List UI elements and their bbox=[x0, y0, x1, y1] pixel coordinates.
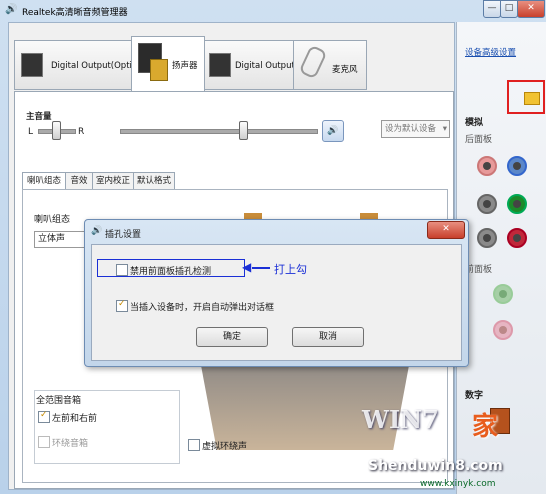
front-label: 左前和右前 bbox=[52, 414, 98, 424]
front-checkbox[interactable]: ✓ bbox=[38, 410, 50, 423]
front-panel-label: 前面板 bbox=[465, 265, 493, 275]
tab-label: 扬声器 bbox=[172, 61, 198, 71]
balance-right-label: R bbox=[78, 127, 85, 137]
optical-device-icon bbox=[21, 53, 43, 77]
close-button[interactable]: ✕ bbox=[517, 0, 545, 18]
set-default-device-label: 设为默认设备 bbox=[385, 124, 437, 134]
surround-label: 环绕音箱 bbox=[52, 439, 89, 449]
virtual-surround-checkbox[interactable] bbox=[188, 439, 200, 451]
title-bar: 🔊 Realtek高清晰音频管理器 — □ ✕ bbox=[0, 0, 546, 22]
virtual-surround-label: 虚拟环绕声 bbox=[202, 442, 248, 452]
mute-speaker-icon[interactable]: 🔊 bbox=[322, 120, 344, 142]
rear-jack-gray[interactable] bbox=[477, 194, 497, 214]
jack-settings-dialog: 🔊 插孔设置 ✕ 禁用前面板插孔检测 ◀ 打上勾 ✓ 当插入设备时，开启自动弹出… bbox=[84, 219, 469, 367]
annotation-line bbox=[252, 267, 270, 269]
tab-default-format[interactable]: 默认格式 bbox=[133, 172, 175, 190]
speaker-config-label: 喇叭组态 bbox=[34, 215, 71, 225]
digital-label: 数字 bbox=[465, 391, 484, 401]
tab-speakers[interactable]: 扬声器 bbox=[131, 36, 205, 93]
folder-highlight-box bbox=[507, 80, 545, 114]
balance-slider-thumb[interactable] bbox=[52, 121, 61, 140]
front-jack-pink[interactable] bbox=[493, 320, 513, 340]
tab-microphone[interactable]: 麦克风 bbox=[293, 40, 367, 90]
watermark-site: Shenduwin8.com bbox=[368, 458, 503, 474]
ok-button[interactable]: 确定 bbox=[196, 327, 268, 347]
balance-left-label: L bbox=[28, 127, 34, 137]
rear-panel-label: 后面板 bbox=[465, 135, 493, 145]
speaker-cone-icon bbox=[150, 59, 168, 81]
disable-front-jack-checkbox[interactable] bbox=[116, 264, 128, 276]
rear-jack-pink[interactable] bbox=[477, 156, 497, 176]
auto-popup-checkbox[interactable]: ✓ bbox=[116, 299, 128, 312]
tab-digital-output-optical[interactable]: Digital Output(Optical) bbox=[14, 40, 147, 90]
maximize-button[interactable]: □ bbox=[500, 0, 518, 18]
tab-effects[interactable]: 音效 bbox=[65, 172, 93, 190]
speaker-app-icon: 🔊 bbox=[5, 4, 18, 15]
tab-room-correction[interactable]: 室内校正 bbox=[92, 172, 134, 190]
annotation-arrow-icon: ◀ bbox=[242, 260, 252, 274]
folder-icon[interactable] bbox=[524, 92, 540, 105]
minimize-button[interactable]: — bbox=[483, 0, 501, 18]
cancel-button[interactable]: 取消 bbox=[292, 327, 364, 347]
front-jack-green[interactable] bbox=[493, 284, 513, 304]
dialog-close-button[interactable]: ✕ bbox=[427, 221, 465, 239]
rear-jack-red[interactable] bbox=[507, 228, 527, 248]
full-range-label: 全范围音箱 bbox=[36, 396, 82, 406]
watermark-url: www.kxinyk.com bbox=[420, 479, 496, 489]
dialog-title: 插孔设置 bbox=[105, 230, 142, 240]
digital-device-icon bbox=[209, 53, 231, 77]
dialog-speaker-icon: 🔊 bbox=[91, 226, 103, 236]
auto-popup-label: 当插入设备时，开启自动弹出对话框 bbox=[130, 303, 275, 313]
master-volume-label: 主音量 bbox=[26, 112, 52, 122]
connector-panel: 设备高级设置 模拟 后面板 前面板 数字 bbox=[456, 22, 546, 494]
surround-checkbox[interactable] bbox=[38, 436, 50, 448]
tab-label: Digital Output bbox=[235, 61, 295, 71]
rear-jack-gray-2[interactable] bbox=[477, 228, 497, 248]
disable-front-jack-label: 禁用前面板插孔检测 bbox=[130, 267, 212, 277]
window-title: Realtek高清晰音频管理器 bbox=[22, 8, 128, 18]
app-window: 🔊 Realtek高清晰音频管理器 — □ ✕ Digital Output(O… bbox=[0, 0, 546, 494]
annotation-text: 打上勾 bbox=[274, 263, 307, 276]
watermark-win7: WIN7 bbox=[362, 405, 439, 434]
tab-digital-output[interactable]: Digital Output bbox=[204, 40, 295, 90]
advanced-settings-link[interactable]: 设备高级设置 bbox=[465, 46, 516, 58]
analog-label: 模拟 bbox=[465, 118, 484, 128]
volume-slider-thumb[interactable] bbox=[239, 121, 248, 140]
rear-jack-blue[interactable] bbox=[507, 156, 527, 176]
dialog-body: 禁用前面板插孔检测 ◀ 打上勾 ✓ 当插入设备时，开启自动弹出对话框 确定 取消 bbox=[91, 244, 462, 361]
rear-jack-green[interactable] bbox=[507, 194, 527, 214]
chevron-down-icon: ▾ bbox=[442, 124, 447, 134]
set-default-device-dropdown[interactable]: 设为默认设备 ▾ bbox=[381, 120, 450, 138]
volume-slider[interactable] bbox=[120, 129, 318, 134]
microphone-icon bbox=[298, 44, 328, 80]
tab-label: 麦克风 bbox=[332, 65, 358, 75]
watermark-home: 家 bbox=[472, 412, 499, 442]
tab-speaker-config[interactable]: 喇叭组态 bbox=[22, 172, 66, 190]
